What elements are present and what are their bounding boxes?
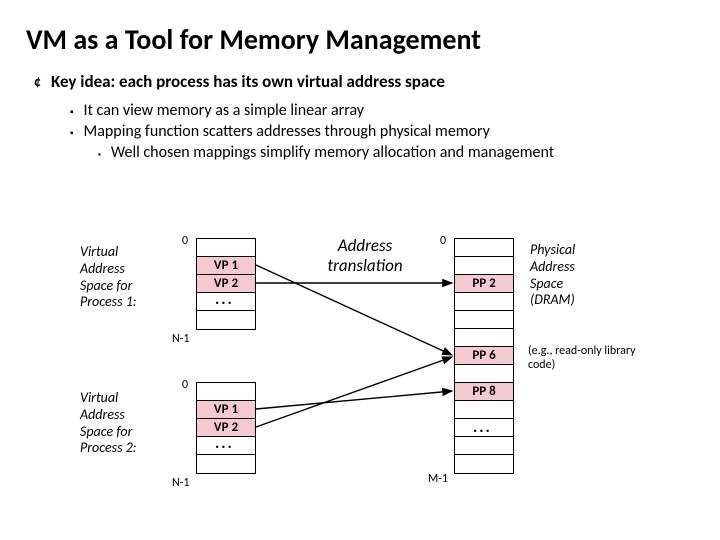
table-cell-pp2: PP 2 (455, 275, 513, 293)
tick-zero-p2: 0 (182, 378, 188, 392)
table-cell (455, 365, 513, 383)
dots-phys: ... (473, 418, 492, 437)
table-cell (455, 239, 513, 257)
table-physical: PP 2 PP 6 PP 8 (454, 238, 514, 474)
bullet-text: Well chosen mappings simplify memory all… (111, 143, 554, 162)
table-cell (455, 329, 513, 347)
tick-zero-p1: 0 (182, 234, 188, 248)
label-pas: PhysicalAddressSpace(DRAM) (530, 242, 620, 309)
bullet-marker (98, 143, 101, 162)
diagram: VirtualAddressSpace forProcess 1: 0 VP 1… (0, 218, 720, 538)
bullet-marker (70, 101, 74, 120)
dots-p1: ... (215, 290, 234, 309)
table-cell (455, 257, 513, 275)
bullet-text: Key idea: each process has its own virtu… (51, 71, 445, 92)
bullet-sub-2: Mapping function scatters addresses thro… (70, 120, 720, 141)
table-cell-pp6: PP 6 (455, 347, 513, 365)
label-note: (e.g., read-only library code) (528, 344, 658, 373)
table-cell-vp1: VP 1 (197, 257, 255, 275)
table-cell (455, 293, 513, 311)
table-cell (455, 401, 513, 419)
tick-zero-phys: 0 (440, 234, 446, 248)
tick-m1: M-1 (428, 472, 448, 486)
slide-title: VM as a Tool for Memory Management (0, 0, 720, 57)
label-vas1: VirtualAddressSpace forProcess 1: (80, 244, 170, 311)
table-cell (455, 311, 513, 329)
dots-p2: ... (215, 434, 234, 453)
bullet-marker (70, 122, 74, 141)
label-vas2: VirtualAddressSpace forProcess 2: (80, 390, 170, 457)
label-address-translation: Address translation (310, 236, 420, 277)
bullet-text: Mapping function scatters addresses thro… (84, 122, 490, 141)
table-cell (197, 311, 255, 329)
table-cell (197, 239, 255, 257)
tick-n1-p1: N-1 (172, 332, 190, 346)
table-cell (197, 455, 255, 473)
table-cell-pp8: PP 8 (455, 383, 513, 401)
table-cell (455, 437, 513, 455)
table-cell-vp1b: VP 1 (197, 401, 255, 419)
bullet-marker: ¢ (34, 71, 41, 93)
table-cell (197, 383, 255, 401)
bullet-text: It can view memory as a simple linear ar… (84, 101, 365, 120)
bullet-key-idea: ¢ Key idea: each process has its own vir… (34, 71, 720, 93)
table-vas2: VP 1 VP 2 (196, 382, 256, 474)
bullet-sub-3: Well chosen mappings simplify memory all… (70, 141, 720, 162)
table-cell (455, 455, 513, 473)
bullet-list: ¢ Key idea: each process has its own vir… (0, 57, 720, 162)
bullet-sub-1: It can view memory as a simple linear ar… (70, 99, 720, 120)
tick-n1-p2: N-1 (172, 476, 190, 490)
table-vas1: VP 1 VP 2 (196, 238, 256, 330)
